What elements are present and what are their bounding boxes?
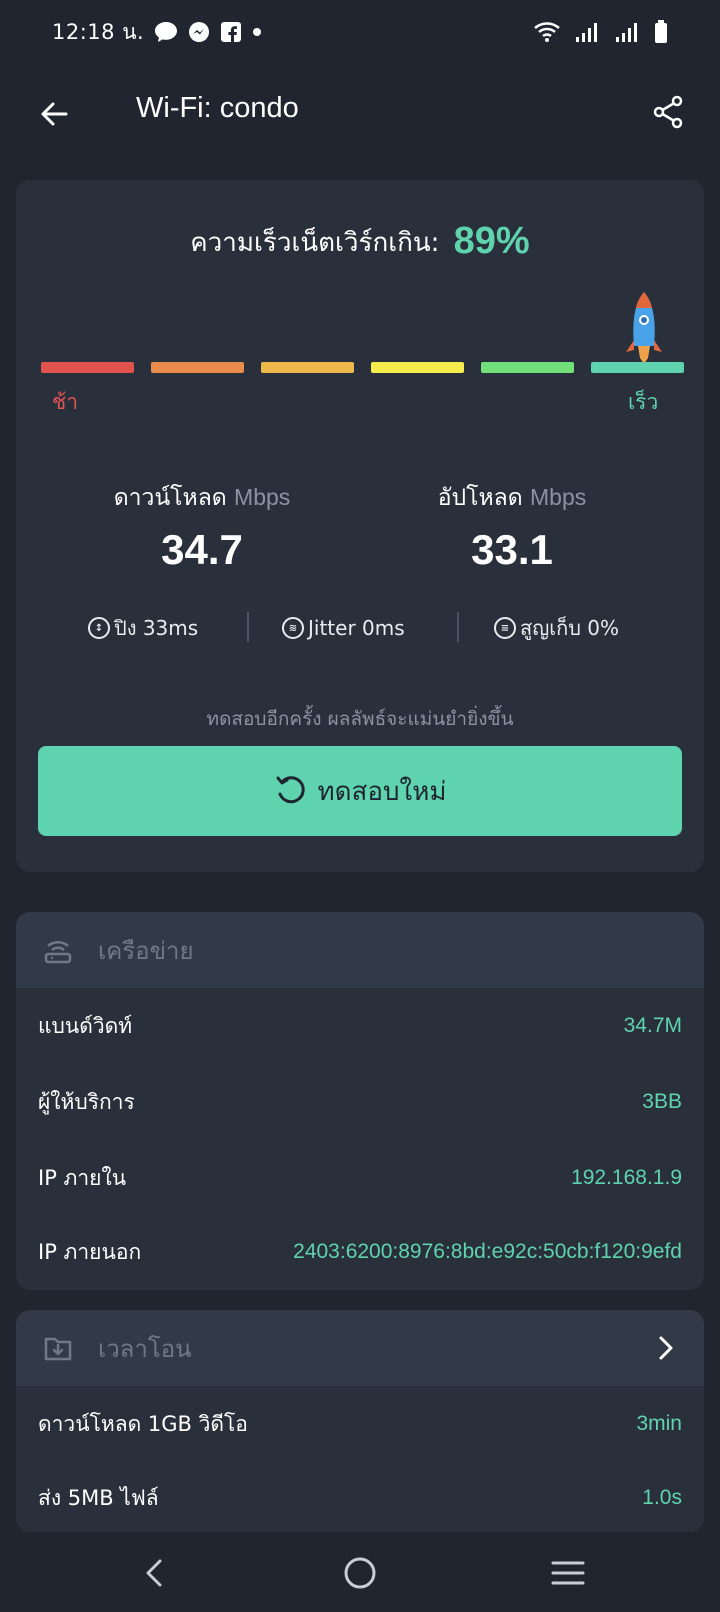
loss-stat: ≡ สูญเก็บ 0% bbox=[494, 608, 619, 648]
speed-headline-value: 89% bbox=[453, 220, 530, 262]
network-row: แบนด์วิดท์ 34.7M bbox=[16, 988, 704, 1064]
nav-home-button[interactable] bbox=[330, 1548, 390, 1598]
dot-icon bbox=[252, 27, 262, 37]
nav-home-icon bbox=[344, 1557, 376, 1589]
upload-metric: อัปโหลด Mbps 33.1 bbox=[392, 480, 632, 574]
speed-headline-label: ความเร็วเน็ตเวิร์กเกิน: bbox=[190, 228, 440, 258]
retest-button-label: ทดสอบใหม่ bbox=[317, 776, 447, 807]
share-button[interactable] bbox=[648, 92, 688, 132]
speed-meter-segment bbox=[371, 362, 464, 373]
network-row: ผู้ให้บริการ 3BB bbox=[16, 1064, 704, 1140]
nav-recents-button[interactable] bbox=[538, 1548, 598, 1598]
transfer-row-value: 3min bbox=[636, 1412, 682, 1435]
chevron-right-icon[interactable] bbox=[652, 1332, 680, 1364]
speed-meter-segment bbox=[591, 362, 684, 373]
meter-slow-label: ช้า bbox=[52, 390, 79, 414]
refresh-icon bbox=[276, 776, 305, 804]
retest-hint: ทดสอบอีกครั้ง ผลลัพธ์จะแม่นยำยิ่งขึ้น bbox=[206, 708, 514, 730]
download-unit: Mbps bbox=[234, 484, 291, 510]
transfer-time-header[interactable]: เวลาโอน bbox=[16, 1310, 704, 1386]
facebook-icon bbox=[220, 21, 242, 43]
system-nav-bar bbox=[0, 1534, 720, 1612]
speed-meter bbox=[41, 362, 684, 374]
signal-icon bbox=[574, 21, 600, 43]
nav-back-icon bbox=[146, 1559, 162, 1587]
ping-icon: ↕ bbox=[88, 617, 110, 639]
speed-headline: ความเร็วเน็ตเวิร์กเกิน: 89% bbox=[16, 220, 704, 263]
network-row-key: แบนด์วิดท์ bbox=[38, 1013, 133, 1038]
download-label-row: ดาวน์โหลด Mbps bbox=[82, 480, 322, 516]
transfer-row: ดาวน์โหลด 1GB วิดีโอ 3min bbox=[16, 1386, 704, 1462]
upload-value: 33.1 bbox=[471, 526, 553, 573]
messenger-icon bbox=[188, 21, 210, 43]
transfer-row-key: ดาวน์โหลด 1GB วิดีโอ bbox=[38, 1411, 248, 1436]
arrow-left-icon bbox=[41, 102, 68, 126]
jitter-icon: ≋ bbox=[282, 617, 304, 639]
status-left: 12:18 น. bbox=[52, 16, 262, 49]
ping-text: ปิง 33ms bbox=[114, 616, 199, 640]
stats-row: ↕ ปิง 33ms ≋ Jitter 0ms ≡ สูญเก็บ 0% bbox=[16, 608, 704, 648]
meter-fast-label: เร็ว bbox=[628, 390, 659, 414]
network-row-value: 192.168.1.9 bbox=[571, 1166, 682, 1189]
app-bar: Wi-Fi: condo bbox=[0, 76, 720, 152]
speed-result-card: ความเร็วเน็ตเวิร์กเกิน: 89% ช้า เร็ว ดาว… bbox=[16, 180, 704, 872]
download-metric: ดาวน์โหลด Mbps 34.7 bbox=[82, 480, 322, 574]
transfer-time-card[interactable]: เวลาโอน ดาวน์โหลด 1GB วิดีโอ 3min ส่ง 5M… bbox=[16, 1310, 704, 1532]
upload-label: อัปโหลด bbox=[437, 485, 523, 511]
upload-unit: Mbps bbox=[530, 484, 587, 510]
share-icon bbox=[653, 95, 683, 129]
signal-icon-2 bbox=[614, 21, 640, 43]
status-bar: 12:18 น. bbox=[0, 0, 720, 64]
page-title: Wi-Fi: condo bbox=[136, 92, 299, 124]
status-right bbox=[534, 20, 668, 44]
stats-divider bbox=[457, 612, 459, 642]
network-card-title: เครือข่าย bbox=[98, 936, 194, 965]
speed-meter-segment bbox=[261, 362, 354, 373]
nav-recents-icon bbox=[551, 1561, 585, 1585]
nav-back-button[interactable] bbox=[124, 1548, 184, 1598]
router-icon bbox=[42, 934, 74, 966]
network-card-header: เครือข่าย bbox=[16, 912, 704, 988]
network-row-key: ผู้ให้บริการ bbox=[38, 1089, 135, 1114]
battery-icon bbox=[654, 20, 668, 44]
transfer-row: ส่ง 5MB ไฟล์ 1.0s bbox=[16, 1460, 704, 1532]
jitter-stat: ≋ Jitter 0ms bbox=[282, 608, 405, 648]
network-row-value: 3BB bbox=[642, 1090, 682, 1113]
network-row-key: IP ภายใน bbox=[38, 1165, 127, 1190]
download-value: 34.7 bbox=[161, 526, 243, 573]
status-time: 12:18 น. bbox=[52, 19, 145, 44]
transfer-time-title: เวลาโอน bbox=[98, 1334, 192, 1363]
network-row-value: 34.7M bbox=[623, 1014, 682, 1037]
wifi-icon bbox=[534, 21, 560, 43]
jitter-text: Jitter 0ms bbox=[308, 616, 405, 640]
ping-stat: ↕ ปิง 33ms bbox=[88, 608, 198, 648]
packet-loss-icon: ≡ bbox=[494, 617, 516, 639]
network-row-key: IP ภายนอก bbox=[38, 1239, 142, 1264]
back-button[interactable] bbox=[34, 94, 74, 134]
speed-meter-segment bbox=[481, 362, 574, 373]
upload-label-row: อัปโหลด Mbps bbox=[392, 480, 632, 516]
retest-button[interactable]: ทดสอบใหม่ bbox=[38, 746, 682, 836]
message-bubble-icon bbox=[154, 21, 178, 43]
loss-text: สูญเก็บ 0% bbox=[520, 616, 619, 640]
network-row: IP ภายใน 192.168.1.9 bbox=[16, 1140, 704, 1216]
download-folder-icon bbox=[42, 1332, 74, 1364]
speed-meter-segment bbox=[41, 362, 134, 373]
transfer-row-key: ส่ง 5MB ไฟล์ bbox=[38, 1485, 159, 1510]
transfer-row-value: 1.0s bbox=[642, 1486, 682, 1509]
network-card: เครือข่าย แบนด์วิดท์ 34.7M ผู้ให้บริการ … bbox=[16, 912, 704, 1290]
network-row-value: 2403:6200:8976:8bd:e92c:50cb:f120:9efd bbox=[293, 1240, 682, 1263]
rocket-icon bbox=[626, 292, 662, 364]
download-label: ดาวน์โหลด bbox=[113, 485, 227, 511]
speed-meter-segment bbox=[151, 362, 244, 373]
stats-divider bbox=[247, 612, 249, 642]
network-row: IP ภายนอก 2403:6200:8976:8bd:e92c:50cb:f… bbox=[16, 1214, 704, 1290]
